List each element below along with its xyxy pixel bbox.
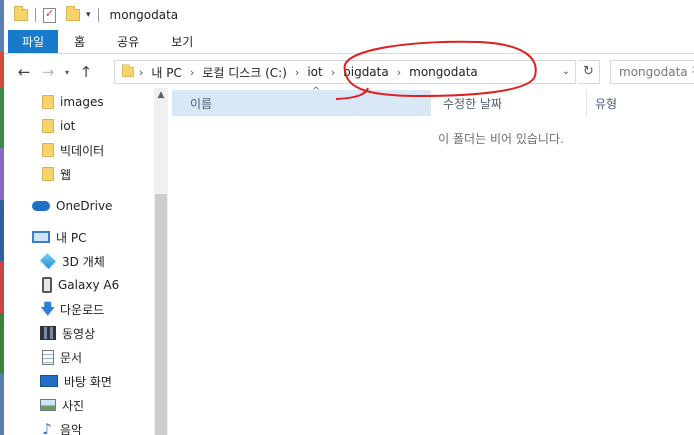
breadcrumb-mongodata[interactable]: mongodata <box>409 65 478 79</box>
folder-icon <box>122 64 134 78</box>
video-icon <box>40 326 56 340</box>
tab-file[interactable]: 파일 <box>8 30 59 53</box>
file-list-area[interactable]: ^ 이름 수정한 날짜 유형 이 폴더는 비어 있습니다. <box>168 86 694 435</box>
nav-item-label: 사진 <box>62 398 85 413</box>
nav-item-bigdata[interactable]: 빅데이터 <box>42 138 104 162</box>
folder-icon <box>42 119 54 133</box>
nav-item-label: 바탕 화면 <box>64 374 112 389</box>
nav-item-videos[interactable]: 동영상 <box>40 321 95 345</box>
navigation-pane: images iot 빅데이터 웹 OneDrive 내 PC 3D 개체 Ga… <box>4 88 168 435</box>
title-bar: ▾ mongodata <box>4 0 694 30</box>
nav-item-music[interactable]: ♪ 음악 <box>40 417 82 435</box>
breadcrumb-this-pc[interactable]: 내 PC <box>151 64 181 81</box>
nav-item-pictures[interactable]: 사진 <box>40 393 84 417</box>
chevron-right-icon[interactable]: › <box>295 66 299 79</box>
nav-item-label: images <box>60 95 104 109</box>
nav-item-label: 다운로드 <box>60 302 105 317</box>
chevron-right-icon[interactable]: › <box>397 66 401 79</box>
nav-item-3d-objects[interactable]: 3D 개체 <box>40 249 105 273</box>
back-arrow-icon[interactable]: ← <box>12 63 36 81</box>
column-header-type[interactable]: 유형 <box>586 90 694 116</box>
nav-item-images[interactable]: images <box>42 90 104 114</box>
ribbon-tabs: 파일 홈 공유 보기 <box>4 30 694 54</box>
column-header-label: 이름 <box>190 96 213 111</box>
customize-quick-access-dropdown-icon[interactable]: ▾ <box>86 10 91 20</box>
column-header-name[interactable]: ^ 이름 <box>172 86 430 116</box>
nav-item-downloads[interactable]: 🡇 다운로드 <box>40 297 104 321</box>
recent-locations-dropdown-icon[interactable]: ▾ <box>60 68 74 77</box>
scroll-up-arrow-icon[interactable]: ▲ <box>154 90 168 100</box>
folder-icon <box>42 95 54 109</box>
nav-item-label: 음악 <box>60 422 83 435</box>
nav-item-label: 내 PC <box>56 230 87 245</box>
properties-icon[interactable] <box>43 7 56 23</box>
nav-item-label: iot <box>60 119 76 133</box>
empty-folder-message: 이 폴더는 비어 있습니다. <box>438 132 564 146</box>
documents-icon <box>42 349 54 365</box>
nav-item-label: 3D 개체 <box>62 254 105 269</box>
column-header-date-modified[interactable]: 수정한 날짜 <box>430 90 586 116</box>
nav-item-web[interactable]: 웹 <box>42 162 71 186</box>
3d-objects-icon <box>40 253 56 269</box>
this-pc-icon <box>32 231 50 243</box>
pictures-icon <box>40 399 56 411</box>
address-dropdown-icon[interactable]: ⌄ <box>557 61 575 83</box>
nav-item-label: Galaxy A6 <box>58 278 120 292</box>
separator <box>97 8 99 22</box>
sort-ascending-icon: ^ <box>312 86 321 97</box>
breadcrumb-local-disk[interactable]: 로컬 디스크 (C:) <box>202 64 287 81</box>
scrollbar-thumb[interactable] <box>155 194 167 435</box>
tab-home[interactable]: 홈 <box>58 30 101 53</box>
nav-item-label: OneDrive <box>56 199 113 213</box>
download-icon: 🡇 <box>40 300 56 318</box>
nav-item-this-pc[interactable]: 내 PC <box>32 225 86 249</box>
quick-access-toolbar: ▾ <box>14 6 106 23</box>
separator <box>35 8 36 22</box>
navigation-bar: ← → ▾ ↑ › 내 PC › 로컬 디스크 (C:) › iot › big… <box>4 56 694 88</box>
address-bar[interactable]: › 내 PC › 로컬 디스크 (C:) › iot › bigdata › m… <box>114 60 576 84</box>
desktop-icon <box>40 375 58 387</box>
chevron-right-icon[interactable]: › <box>139 66 143 79</box>
search-input[interactable]: mongodata 검색 <box>610 60 694 84</box>
nav-item-label: 웹 <box>60 167 72 182</box>
refresh-icon[interactable]: ↻ <box>578 60 600 84</box>
forward-arrow-icon[interactable]: → <box>36 63 60 81</box>
breadcrumb-bigdata[interactable]: bigdata <box>343 65 389 79</box>
up-arrow-icon[interactable]: ↑ <box>74 63 98 81</box>
nav-item-onedrive[interactable]: OneDrive <box>32 194 112 218</box>
phone-icon <box>42 277 52 293</box>
folder-icon <box>42 167 54 181</box>
nav-item-label: 동영상 <box>62 326 96 341</box>
nav-item-label: 문서 <box>60 350 83 365</box>
music-icon: ♪ <box>42 420 52 435</box>
folder-icon[interactable] <box>14 6 28 21</box>
chevron-right-icon[interactable]: › <box>190 66 194 79</box>
chevron-right-icon[interactable]: › <box>331 66 335 79</box>
nav-item-galaxy-a6[interactable]: Galaxy A6 <box>42 273 119 297</box>
folder-icon <box>42 143 54 157</box>
column-header-label: 수정한 날짜 <box>443 96 503 111</box>
tab-share[interactable]: 공유 <box>101 30 155 53</box>
nav-item-label: 빅데이터 <box>60 143 105 158</box>
nav-pane-scrollbar[interactable]: ▲ <box>154 88 168 435</box>
nav-item-documents[interactable]: 문서 <box>42 345 82 369</box>
breadcrumb-iot[interactable]: iot <box>307 65 322 79</box>
new-folder-icon[interactable] <box>66 6 80 21</box>
nav-item-desktop[interactable]: 바탕 화면 <box>40 369 112 393</box>
column-header-label: 유형 <box>595 96 618 111</box>
onedrive-cloud-icon <box>32 201 50 211</box>
nav-item-iot[interactable]: iot <box>42 114 75 138</box>
tab-view[interactable]: 보기 <box>155 30 209 53</box>
window-title: mongodata <box>109 8 179 22</box>
